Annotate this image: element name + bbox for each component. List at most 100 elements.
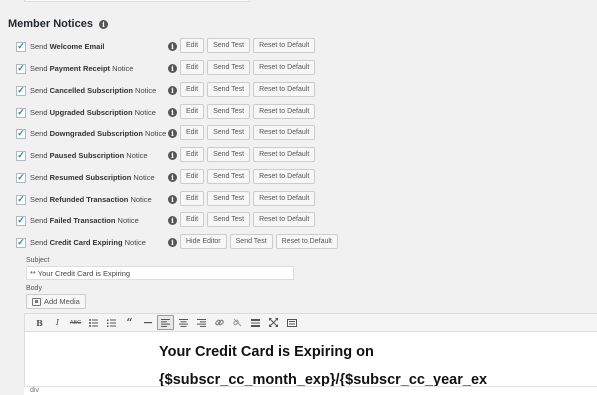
send-test-button[interactable]: Send Test bbox=[207, 191, 251, 206]
notice-checkbox[interactable]: ✓ bbox=[16, 85, 26, 96]
align-center-icon[interactable] bbox=[175, 315, 192, 330]
send-test-button[interactable]: Send Test bbox=[207, 169, 251, 184]
info-icon[interactable]: i bbox=[98, 19, 108, 29]
send-test-button[interactable]: Send Test bbox=[207, 125, 251, 140]
notice-checkbox[interactable]: ✓ bbox=[16, 150, 26, 161]
notice-actions: Edit Send Test Reset to Default bbox=[180, 147, 316, 162]
edit-button[interactable]: Edit bbox=[180, 104, 205, 119]
numbered-list-icon[interactable] bbox=[103, 315, 120, 330]
notice-label: Send Resumed Subscription Notice bbox=[30, 173, 155, 182]
toolbar-toggle-icon[interactable] bbox=[283, 315, 300, 330]
notice-checkbox[interactable]: ✓ bbox=[16, 215, 26, 226]
reset-default-button[interactable]: Reset to Default bbox=[253, 104, 316, 119]
edit-button[interactable]: Edit bbox=[180, 60, 205, 75]
reset-default-button[interactable]: Reset to Default bbox=[253, 191, 316, 206]
subject-input[interactable]: ** Your Credit Card is Expiring bbox=[26, 266, 294, 280]
horizontal-rule-icon[interactable] bbox=[139, 315, 156, 330]
notice-checkbox[interactable]: ✓ bbox=[16, 63, 26, 74]
notice-checkbox[interactable]: ✓ bbox=[16, 41, 26, 52]
section-heading: Member Notices i bbox=[8, 18, 108, 30]
edit-button[interactable]: Edit bbox=[180, 147, 205, 162]
notice-label: Send Upgraded Subscription Notice bbox=[30, 108, 156, 117]
strikethrough-icon[interactable]: ABC bbox=[67, 315, 84, 330]
edit-button[interactable]: Edit bbox=[180, 191, 205, 206]
notice-label: Send Welcome Email bbox=[30, 42, 105, 51]
notice-actions: Edit Send Test Reset to Default bbox=[180, 104, 316, 119]
blockquote-icon[interactable]: “ bbox=[121, 315, 138, 330]
notice-row: ✓ Send Paused Subscription Notice i Edit Sen… bbox=[16, 147, 416, 164]
reset-default-button[interactable]: Reset to Default bbox=[253, 38, 316, 53]
notice-row: ✓ Send Credit Card Expiring Notice i Hide E… bbox=[16, 234, 416, 251]
fullscreen-icon[interactable] bbox=[265, 315, 282, 330]
edit-button[interactable]: Edit bbox=[180, 169, 205, 184]
notice-label: Send Failed Transaction Notice bbox=[30, 216, 139, 225]
notice-actions: Edit Send Test Reset to Default bbox=[180, 191, 316, 206]
edit-button[interactable]: Edit bbox=[180, 125, 205, 140]
align-left-icon[interactable] bbox=[157, 315, 174, 330]
add-media-button[interactable]: Add Media bbox=[26, 294, 86, 309]
edit-button[interactable]: Edit bbox=[180, 82, 205, 97]
notice-row: ✓ Send Resumed Subscription Notice i Edit Se… bbox=[16, 169, 416, 186]
info-icon[interactable]: i bbox=[168, 151, 177, 160]
send-test-button[interactable]: Send Test bbox=[207, 38, 251, 53]
hide-editor-button[interactable]: Hide Editor bbox=[180, 234, 227, 249]
add-media-label: Add Media bbox=[44, 297, 80, 306]
notice-row: ✓ Send Refunded Transaction Notice i Edit Se… bbox=[16, 191, 416, 208]
notice-row: ✓ Send Upgraded Subscription Notice i Edit S… bbox=[16, 104, 416, 121]
notice-checkbox[interactable]: ✓ bbox=[16, 107, 26, 118]
read-more-icon[interactable] bbox=[247, 315, 264, 330]
send-test-button[interactable]: Send Test bbox=[207, 104, 251, 119]
info-icon[interactable]: i bbox=[168, 64, 177, 73]
info-icon[interactable]: i bbox=[168, 129, 177, 138]
content-line-1: Your Credit Card is Expiring on bbox=[159, 344, 374, 360]
editor-path: div bbox=[24, 386, 597, 395]
editor-toolbar: B I ABC “ bbox=[25, 314, 597, 332]
send-test-button[interactable]: Send Test bbox=[229, 234, 273, 249]
notice-row: ✓ Send Cancelled Subscription Notice i Edit… bbox=[16, 82, 416, 99]
notice-actions: Hide Editor Send Test Reset to Default bbox=[180, 234, 338, 249]
send-test-button[interactable]: Send Test bbox=[207, 147, 251, 162]
notice-actions: Edit Send Test Reset to Default bbox=[180, 169, 316, 184]
notice-label: Send Cancelled Subscription Notice bbox=[30, 86, 157, 95]
info-icon[interactable]: i bbox=[168, 42, 177, 51]
insert-link-icon[interactable] bbox=[211, 315, 228, 330]
send-test-button[interactable]: Send Test bbox=[207, 82, 251, 97]
notice-actions: Edit Send Test Reset to Default bbox=[180, 38, 316, 53]
bullet-list-icon[interactable] bbox=[85, 315, 102, 330]
rich-text-editor[interactable]: B I ABC “ Your Credit Card is Expiring o… bbox=[24, 313, 597, 395]
edit-button[interactable]: Edit bbox=[180, 212, 205, 227]
body-label: Body bbox=[26, 285, 42, 292]
reset-default-button[interactable]: Reset to Default bbox=[253, 147, 316, 162]
bold-icon[interactable]: B bbox=[31, 315, 48, 330]
reset-default-button[interactable]: Reset to Default bbox=[253, 169, 316, 184]
remove-link-icon[interactable] bbox=[229, 315, 246, 330]
reset-default-button[interactable]: Reset to Default bbox=[253, 82, 316, 97]
notice-label: Send Paused Subscription Notice bbox=[30, 151, 148, 160]
reset-default-button[interactable]: Reset to Default bbox=[253, 60, 316, 75]
align-right-icon[interactable] bbox=[193, 315, 210, 330]
notice-row: ✓ Send Payment Receipt Notice i Edit Send Te… bbox=[16, 60, 416, 77]
reset-default-button[interactable]: Reset to Default bbox=[275, 234, 338, 249]
notice-checkbox[interactable]: ✓ bbox=[16, 128, 26, 139]
section-title: Member Notices bbox=[8, 18, 93, 30]
send-test-button[interactable]: Send Test bbox=[207, 60, 251, 75]
media-icon bbox=[32, 297, 41, 306]
notice-checkbox[interactable]: ✓ bbox=[16, 237, 26, 248]
reset-default-button[interactable]: Reset to Default bbox=[253, 125, 316, 140]
notice-row: ✓ Send Welcome Email i Edit Send Test Reset t… bbox=[16, 38, 416, 55]
notice-checkbox[interactable]: ✓ bbox=[16, 172, 26, 183]
info-icon[interactable]: i bbox=[168, 173, 177, 182]
notice-row: ✓ Send Failed Transaction Notice i Edit Send… bbox=[16, 212, 416, 229]
notice-actions: Edit Send Test Reset to Default bbox=[180, 60, 316, 75]
notice-actions: Edit Send Test Reset to Default bbox=[180, 212, 316, 227]
info-icon[interactable]: i bbox=[168, 108, 177, 117]
send-test-button[interactable]: Send Test bbox=[207, 212, 251, 227]
reset-default-button[interactable]: Reset to Default bbox=[253, 212, 316, 227]
info-icon[interactable]: i bbox=[168, 86, 177, 95]
italic-icon[interactable]: I bbox=[49, 315, 66, 330]
notice-checkbox[interactable]: ✓ bbox=[16, 194, 26, 205]
info-icon[interactable]: i bbox=[168, 238, 177, 247]
info-icon[interactable]: i bbox=[168, 216, 177, 225]
info-icon[interactable]: i bbox=[168, 195, 177, 204]
edit-button[interactable]: Edit bbox=[180, 38, 205, 53]
